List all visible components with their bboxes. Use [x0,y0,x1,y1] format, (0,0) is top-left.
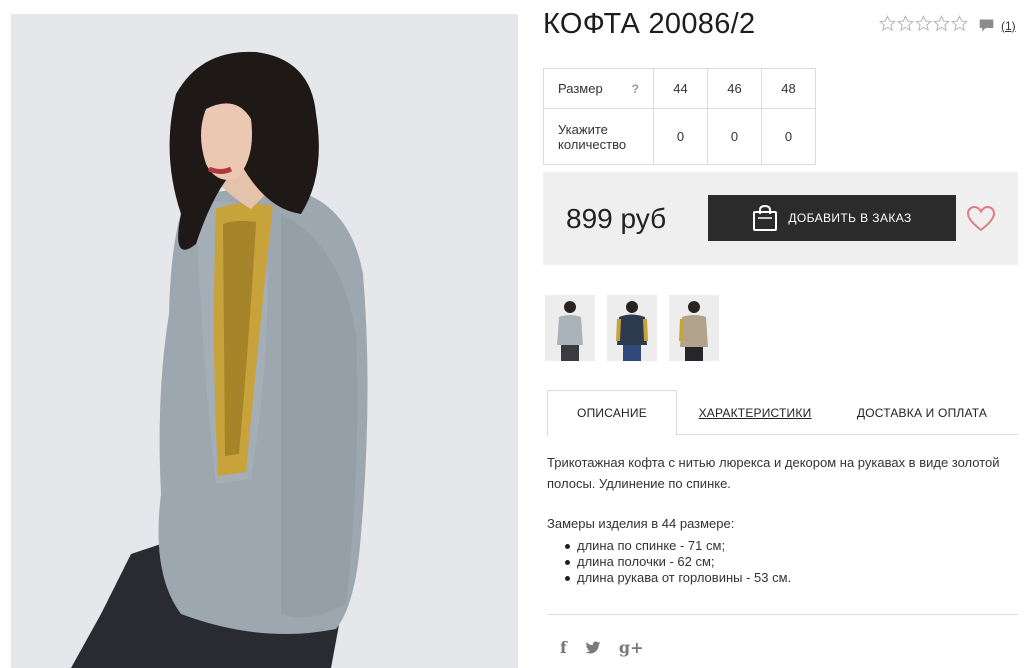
shopping-bag-icon [753,204,778,231]
thumbnail-navy-image [607,295,657,361]
price: 899 руб [566,203,667,234]
measure-item: длина полочки - 62 см; [565,554,791,570]
measures-title: Замеры изделия в 44 размере: [547,516,735,531]
thumbnail-navy[interactable] [607,295,657,361]
size-help-icon[interactable]: ? [632,82,639,96]
star-empty-icon[interactable] [879,15,896,32]
rating-stars[interactable] [879,15,968,32]
qty-input-48[interactable] [762,129,815,144]
facebook-icon[interactable]: f [560,638,567,657]
google-plus-icon[interactable]: g+ [619,638,644,657]
twitter-icon[interactable] [585,641,601,655]
qty-input-44[interactable] [654,129,707,144]
tab-specs[interactable]: ХАРАКТЕРИСТИКИ [695,390,815,435]
thumbnail-grey[interactable] [545,295,595,361]
star-empty-icon[interactable] [933,15,950,32]
divider [547,614,1018,615]
add-to-order-button[interactable]: ДОБАВИТЬ В ЗАКАЗ [708,195,956,241]
purchase-box: 899 руб ДОБАВИТЬ В ЗАКАЗ [543,172,1018,265]
model-wearing-sweater-image [11,14,518,668]
thumbnail-beige[interactable] [669,295,719,361]
product-main-photo[interactable] [11,14,518,668]
size-label-cell: Размер ? [543,68,654,109]
qty-input-46[interactable] [708,129,761,144]
tab-delivery[interactable]: ДОСТАВКА И ОПЛАТА [850,390,994,435]
size-label: Размер [558,81,603,96]
description-text: Трикотажная кофта с нитью люрекса и деко… [547,455,1000,491]
size-table: Размер ? 44 46 48 Укажите количество [543,68,816,165]
thumbnail-grey-image [545,295,595,361]
heart-icon[interactable] [966,205,996,233]
product-title: КОФТА 20086/2 [543,8,756,40]
review-count-link[interactable]: (1) [1001,19,1016,33]
measure-item: длина рукава от горловины - 53 см. [565,570,791,586]
qty-cell-46 [707,108,762,165]
qty-cell-48 [761,108,816,165]
qty-cell-44 [653,108,708,165]
star-empty-icon[interactable] [951,15,968,32]
size-44: 44 [653,68,708,109]
quantity-row: Укажите количество [543,108,816,165]
star-empty-icon[interactable] [897,15,914,32]
measures-list: длина по спинке - 71 см; длина полочки -… [565,538,791,586]
measure-item: длина по спинке - 71 см; [565,538,791,554]
quantity-label: Укажите количество [543,108,654,165]
reviews-link[interactable]: (1) [978,17,1016,34]
product-tabs: ОПИСАНИЕ ХАРАКТЕРИСТИКИ ДОСТАВКА И ОПЛАТ… [547,390,1018,436]
size-48: 48 [761,68,816,109]
size-row: Размер ? 44 46 48 [543,68,816,109]
star-empty-icon[interactable] [915,15,932,32]
size-46: 46 [707,68,762,109]
tab-description[interactable]: ОПИСАНИЕ [547,390,677,436]
thumbnail-beige-image [669,295,719,361]
comment-icon [979,19,994,32]
social-share: f g+ [560,638,643,657]
thumbnail-gallery [545,295,719,361]
add-to-order-label: ДОБАВИТЬ В ЗАКАЗ [788,211,912,225]
